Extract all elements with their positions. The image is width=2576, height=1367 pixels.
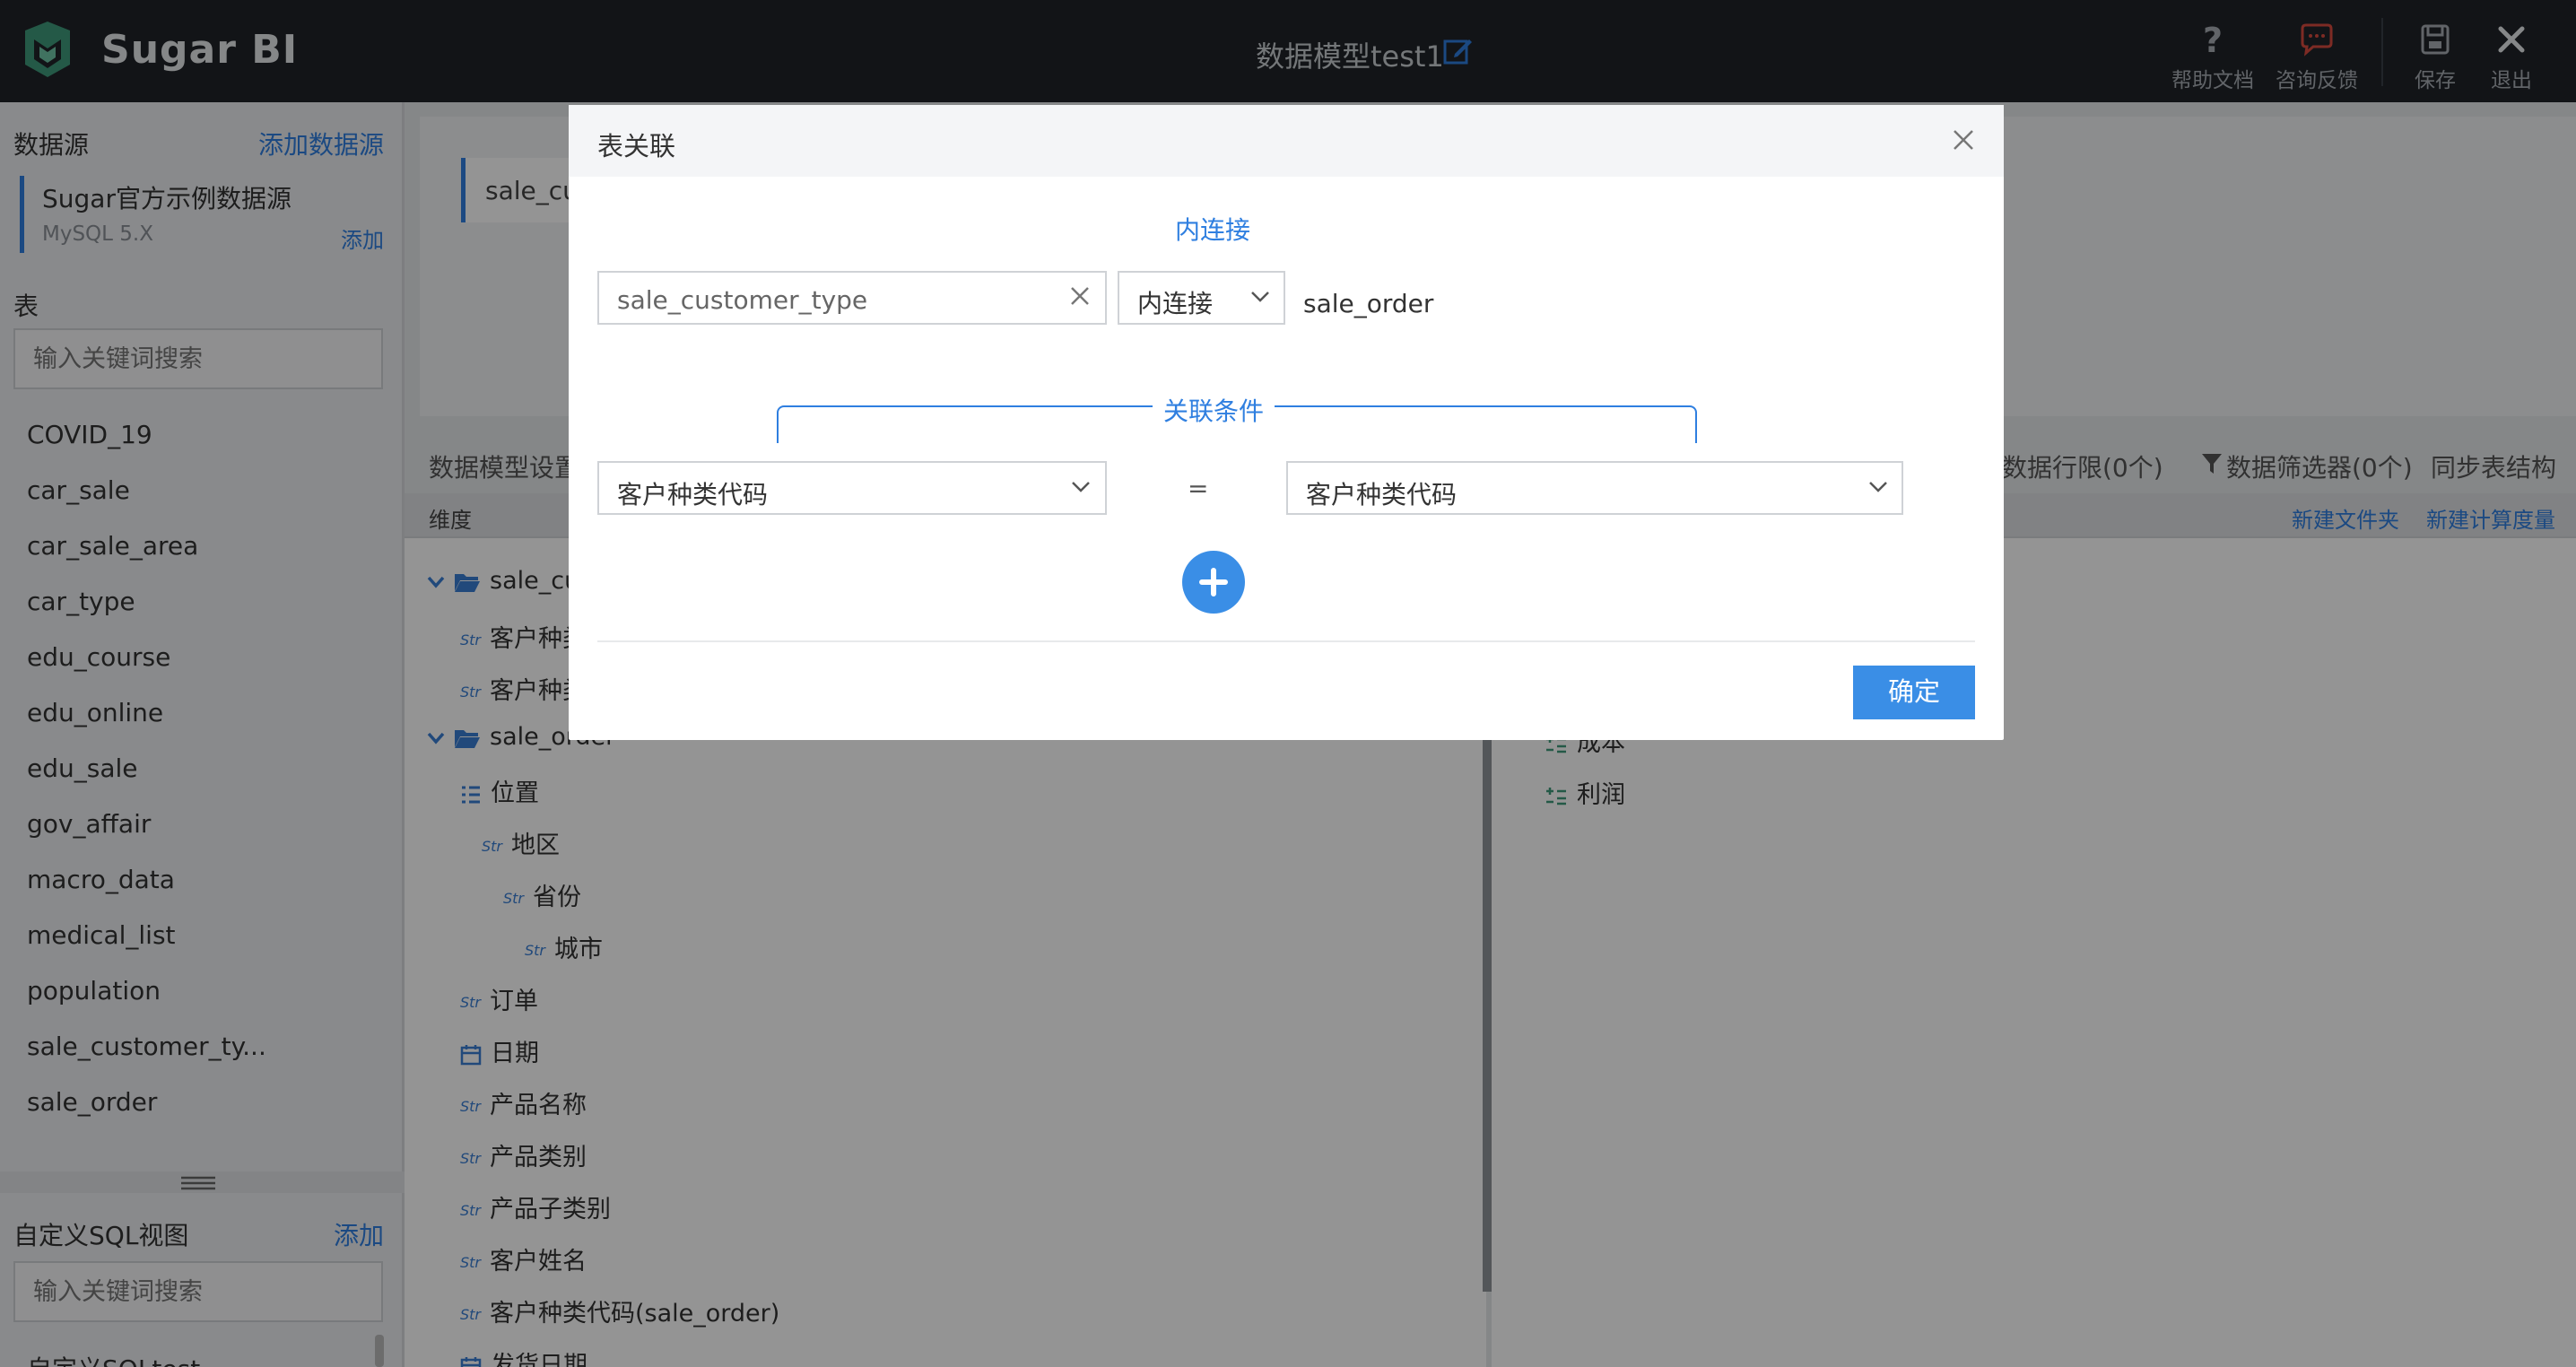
dialog-title: 表关联 (597, 131, 676, 161)
chevron-down-icon (1869, 482, 1887, 492)
dialog-header (569, 105, 2004, 177)
chevron-down-icon (1251, 292, 1269, 302)
dialog-divider (597, 640, 1975, 642)
add-condition-button[interactable] (1182, 551, 1245, 614)
chevron-down-icon (1072, 482, 1090, 492)
join-type-label: 内连接 (1175, 215, 1251, 245)
condition-right-select[interactable]: 客户种类代码 (1286, 461, 1903, 515)
condition-label: 关联条件 (1153, 392, 1275, 428)
left-table-field[interactable]: sale_customer_type (597, 271, 1107, 325)
clear-icon[interactable] (1069, 285, 1091, 307)
right-table-name: sale_order (1303, 289, 1434, 318)
condition-left-select[interactable]: 客户种类代码 (597, 461, 1107, 515)
confirm-button[interactable]: 确定 (1853, 666, 1975, 719)
plus-icon (1199, 568, 1228, 596)
close-icon[interactable] (1949, 126, 1978, 154)
equals-sign: = (1188, 474, 1209, 503)
